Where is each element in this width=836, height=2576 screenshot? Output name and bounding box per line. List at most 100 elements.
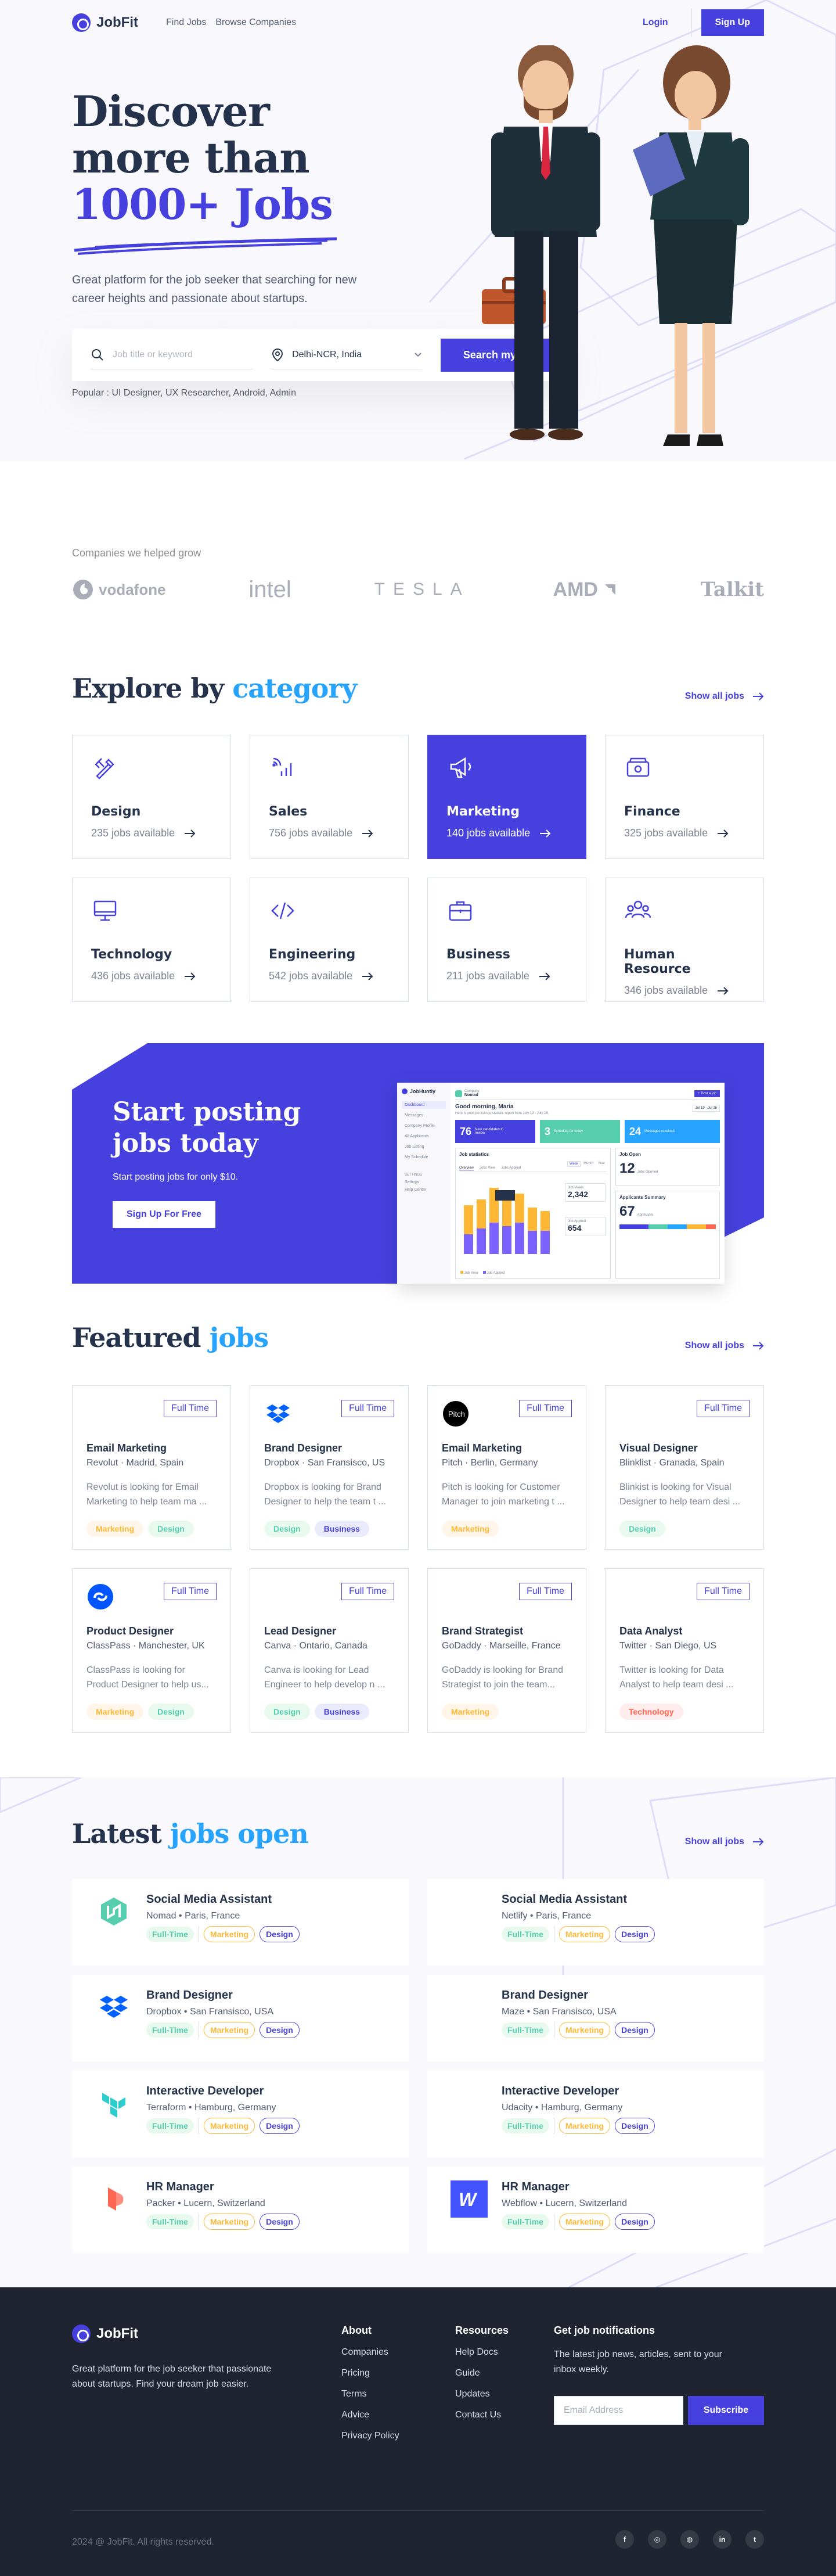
footer-link-contact-us[interactable]: Contact Us bbox=[455, 2410, 509, 2420]
footer-link-help-docs[interactable]: Help Docs bbox=[455, 2347, 509, 2358]
arrow-right-icon bbox=[540, 829, 551, 838]
job-location: Lucern, Switzerland bbox=[183, 2198, 265, 2208]
footer-link-terms[interactable]: Terms bbox=[341, 2389, 399, 2399]
featured-job-card[interactable]: Full Time Visual Designer Blinklist · Gr… bbox=[605, 1385, 764, 1550]
latest-job-info: Social Media Assistant Netlify • Paris, … bbox=[502, 1893, 655, 1952]
latest-job-card[interactable]: Interactive Developer Terraform • Hambur… bbox=[72, 2071, 409, 2157]
brand-logo[interactable]: JobFit bbox=[72, 13, 138, 32]
category-card-finance[interactable]: Finance 325 jobs available bbox=[605, 735, 764, 859]
featured-job-card[interactable]: Full Time Product Designer ClassPass · M… bbox=[72, 1568, 231, 1733]
category-card-business[interactable]: Business 211 jobs available bbox=[427, 878, 586, 1002]
footer-brand-logo[interactable]: JobFit bbox=[72, 2324, 138, 2343]
job-location: Hamburg, Germany bbox=[540, 2103, 623, 2112]
featured-job-card[interactable]: Full Time Data Analyst Twitter · San Die… bbox=[605, 1568, 764, 1733]
dashboard-sidebar: JobHuntly Dashboard Messages Company Pro… bbox=[397, 1083, 451, 1284]
category-show-all-link[interactable]: Show all jobs bbox=[685, 691, 764, 702]
megaphone-icon bbox=[450, 757, 471, 778]
footer-link-privacy-policy[interactable]: Privacy Policy bbox=[341, 2431, 399, 2441]
latest-title-text: Latest bbox=[72, 1818, 162, 1849]
featured-job-card[interactable]: Pitch Full Time Email Marketing Pitch · … bbox=[427, 1385, 586, 1550]
pitch-logo: Pitch bbox=[443, 1401, 469, 1427]
dashboard-menu-messages: Messages bbox=[405, 1113, 423, 1118]
latest-show-all-link[interactable]: Show all jobs bbox=[685, 1837, 764, 1847]
category-card-marketing[interactable]: Marketing 140 jobs available bbox=[427, 735, 586, 859]
tag-marketing: Marketing bbox=[558, 2214, 611, 2230]
job-title: HR Manager bbox=[502, 2180, 570, 2193]
dashboard-bar-chart bbox=[464, 1188, 550, 1254]
nav-link-find-jobs[interactable]: Find Jobs bbox=[166, 17, 206, 28]
subscribe-button[interactable]: Subscribe bbox=[688, 2396, 764, 2425]
job-type-badge: Full Time bbox=[341, 1400, 394, 1417]
dashboard-stat-card-3: 24 Messages received bbox=[625, 1120, 720, 1143]
category-count-text: 325 jobs available bbox=[624, 827, 708, 839]
featured-show-all-link[interactable]: Show all jobs bbox=[685, 1341, 764, 1351]
email-input[interactable] bbox=[554, 2396, 683, 2425]
applicants-row: 67 Applicants bbox=[619, 1203, 716, 1220]
category-card-design[interactable]: Design 235 jobs available bbox=[72, 735, 231, 859]
vodafone-wordmark: vodafone bbox=[99, 580, 166, 598]
latest-job-card[interactable]: Brand Designer Maze • San Fransisco, USA… bbox=[427, 1975, 764, 2061]
job-company: GoDaddy bbox=[442, 1641, 481, 1651]
featured-job-card[interactable]: R Full Time Email Marketing Revolut · Ma… bbox=[72, 1385, 231, 1550]
latest-job-card[interactable]: Social Media Assistant Nomad • Paris, Fr… bbox=[72, 1879, 409, 1966]
latest-job-card[interactable]: W HR Manager Webflow • Lucern, Switzerla… bbox=[427, 2167, 764, 2253]
footer-link-pricing[interactable]: Pricing bbox=[341, 2368, 399, 2379]
linkedin-icon[interactable]: in bbox=[713, 2530, 732, 2549]
signup-button[interactable]: Sign Up bbox=[701, 9, 764, 36]
latest-job-card[interactable]: Social Media Assistant Netlify • Paris, … bbox=[427, 1879, 764, 1966]
cta-banner: Start posting jobs today Start posting j… bbox=[72, 1043, 764, 1284]
amd-logo: AMD bbox=[553, 579, 618, 601]
latest-jobs-grid: Social Media Assistant Nomad • Paris, Fr… bbox=[72, 1879, 764, 2253]
footer-brand-logo-icon bbox=[72, 2324, 91, 2343]
keyword-input[interactable] bbox=[113, 349, 246, 360]
tab-overview: Overview bbox=[459, 1166, 474, 1170]
footer-about-title: About bbox=[341, 2324, 372, 2336]
period-week: Week bbox=[567, 1161, 581, 1167]
footer-link-updates[interactable]: Updates bbox=[455, 2389, 509, 2399]
arrow-right-icon bbox=[753, 1838, 764, 1846]
category-card-sales[interactable]: Sales 756 jobs available bbox=[250, 735, 409, 859]
category-card-engineering[interactable]: Engineering 542 jobs available bbox=[250, 878, 409, 1002]
facebook-icon[interactable]: f bbox=[615, 2530, 634, 2549]
category-count: 542 jobs available bbox=[269, 970, 390, 982]
latest-job-info: Brand Designer Dropbox • San Fransisco, … bbox=[146, 1989, 300, 2047]
tag-design: Design bbox=[619, 1521, 665, 1537]
category-count: 140 jobs available bbox=[446, 827, 567, 839]
dashboard-brand: JobHuntly bbox=[402, 1088, 446, 1094]
featured-jobs-grid: R Full Time Email Marketing Revolut · Ma… bbox=[72, 1385, 764, 1733]
featured-job-card[interactable]: Full Time Lead Designer Canva · Ontario,… bbox=[250, 1568, 409, 1733]
job-type-badge: Full Time bbox=[164, 1400, 217, 1417]
job-tags: Marketing Design bbox=[87, 1704, 217, 1720]
login-button[interactable]: Login bbox=[629, 10, 682, 35]
latest-job-card[interactable]: Brand Designer Dropbox • San Fransisco, … bbox=[72, 1975, 409, 2061]
footer-link-advice[interactable]: Advice bbox=[341, 2410, 399, 2420]
legend-job-view: Job View bbox=[460, 1271, 478, 1275]
featured-job-card[interactable]: Full Time Brand Strategist GoDaddy · Mar… bbox=[427, 1568, 586, 1733]
category-card-human-resource[interactable]: Human Resource 346 jobs available bbox=[605, 878, 764, 1002]
instagram-icon[interactable]: ◎ bbox=[648, 2530, 666, 2549]
cta-signup-button[interactable]: Sign Up For Free bbox=[113, 1201, 215, 1228]
tag-design: Design bbox=[260, 1926, 300, 1942]
job-location: Marseille, France bbox=[489, 1641, 561, 1651]
latest-job-card[interactable]: HR Manager Packer • Lucern, Switzerland … bbox=[72, 2167, 409, 2253]
sales-icon bbox=[272, 757, 292, 776]
footer-link-guide[interactable]: Guide bbox=[455, 2368, 509, 2379]
category-card-technology[interactable]: Technology 436 jobs available bbox=[72, 878, 231, 1002]
dribbble-icon[interactable]: ◍ bbox=[680, 2530, 699, 2549]
tag-marketing: Marketing bbox=[203, 2022, 255, 2038]
tag-full-time: Full-Time bbox=[146, 2214, 194, 2229]
footer-link-companies[interactable]: Companies bbox=[341, 2347, 399, 2358]
location-field[interactable]: Delhi-NCR, India bbox=[271, 340, 422, 369]
job-title: HR Manager bbox=[146, 2180, 214, 2193]
dashboard-chart-legend: Job View Job Applied bbox=[460, 1271, 505, 1275]
nav-link-browse-companies[interactable]: Browse Companies bbox=[215, 17, 296, 28]
latest-job-card[interactable]: Interactive Developer Udacity • Hamburg,… bbox=[427, 2071, 764, 2157]
featured-job-card[interactable]: Full Time Brand Designer Dropbox · San F… bbox=[250, 1385, 409, 1550]
dashboard-brand-icon bbox=[402, 1088, 408, 1094]
job-meta: Canva · Ontario, Canada bbox=[264, 1641, 367, 1651]
category-count: 346 jobs available bbox=[624, 985, 745, 997]
twitter-icon[interactable]: t bbox=[745, 2530, 764, 2549]
brand-name: JobFit bbox=[96, 15, 138, 30]
job-description: GoDaddy is looking for Brand Strategist … bbox=[442, 1665, 563, 1690]
category-title-text: Explore by bbox=[72, 673, 224, 704]
